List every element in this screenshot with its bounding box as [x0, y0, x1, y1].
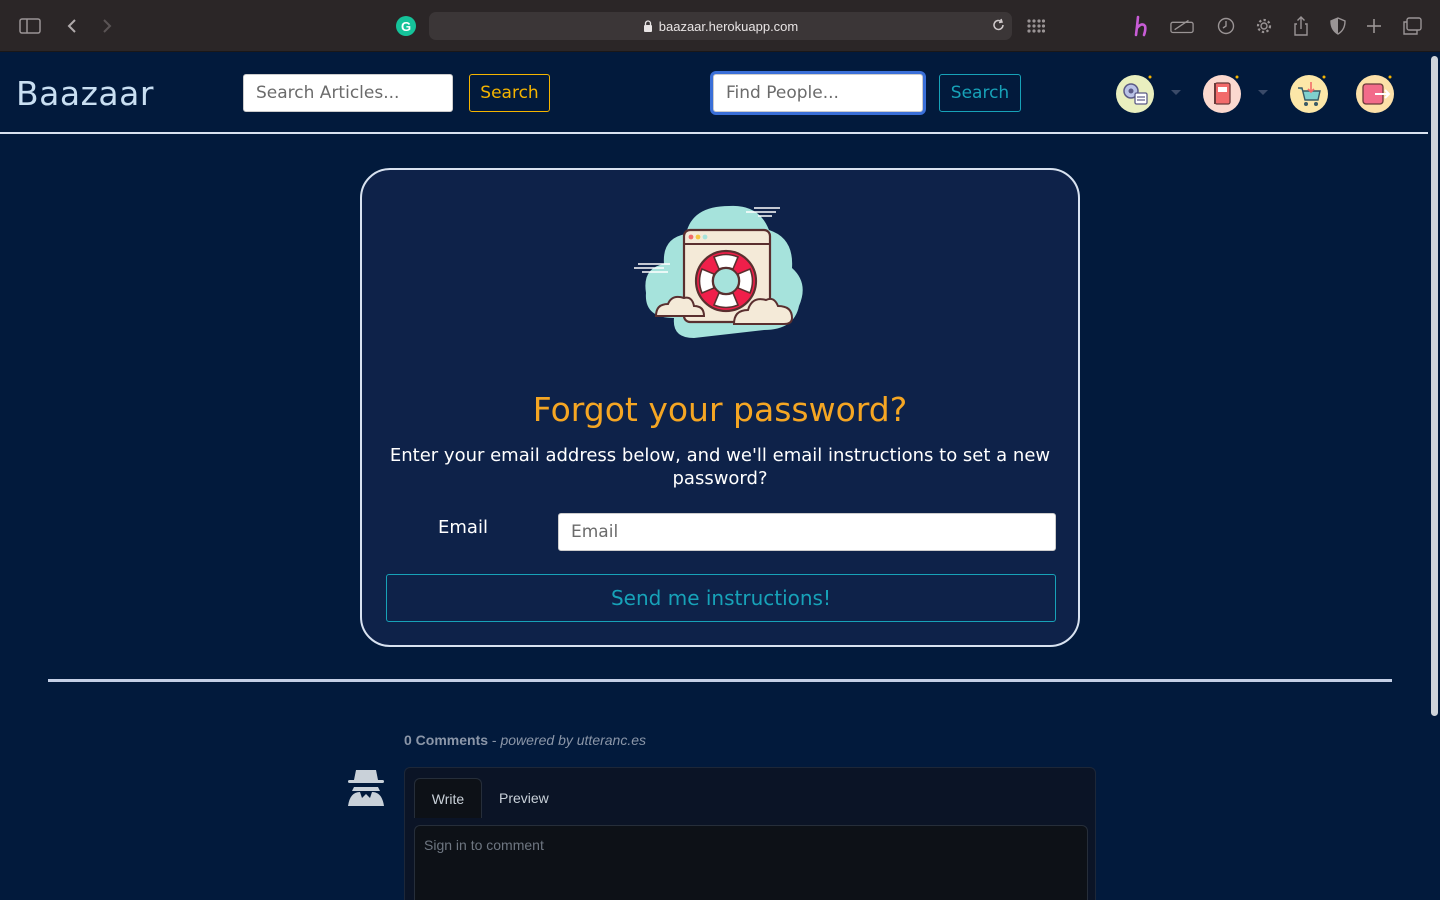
journal-dropdown-caret-icon[interactable] [1258, 90, 1268, 95]
email-field[interactable]: Email [558, 513, 1056, 551]
people-search-button[interactable]: Search [939, 74, 1021, 112]
reload-icon[interactable] [992, 17, 1006, 33]
browser-toolbar: G baazaar.herokuapp.com [0, 0, 1440, 52]
utterances-link[interactable]: powered by utteranc.es [500, 732, 646, 748]
section-divider [48, 679, 1392, 682]
anonymous-avatar-icon [348, 770, 384, 806]
privacy-shield-icon[interactable] [1326, 14, 1350, 38]
lock-icon [643, 20, 652, 32]
comments-separator: - [488, 732, 501, 748]
send-instructions-button[interactable]: Send me instructions! [386, 574, 1056, 622]
back-icon[interactable] [60, 14, 84, 38]
honey-extension-icon[interactable] [1131, 14, 1155, 38]
shopping-cart-icon[interactable] [1289, 74, 1329, 114]
lifebuoy-help-illustration [634, 205, 803, 338]
email-label: Email [438, 517, 488, 538]
settings-menu-icon[interactable] [1115, 74, 1155, 114]
article-search-button[interactable]: Search [469, 74, 550, 112]
settings-dropdown-caret-icon[interactable] [1171, 90, 1181, 95]
comment-textarea[interactable]: Sign in to comment [414, 825, 1088, 900]
site-navbar: Baazaar Search Articles... Search Find P… [0, 52, 1428, 134]
page-scrollbar-thumb[interactable] [1431, 56, 1438, 716]
url-text: baazaar.herokuapp.com [658, 18, 799, 34]
tab-overview-grid-icon[interactable] [1024, 14, 1048, 38]
history-clock-icon[interactable] [1214, 14, 1238, 38]
tab-preview[interactable]: Preview [499, 778, 549, 818]
comments-header: 0 Comments - powered by utteranc.es [404, 732, 646, 748]
site-brand-logo[interactable]: Baazaar [16, 74, 154, 113]
grammarly-extension-icon[interactable]: G [396, 16, 416, 36]
people-search-input[interactable]: Find People... [713, 74, 923, 112]
tabs-overview-icon[interactable] [1400, 14, 1424, 38]
address-bar[interactable]: baazaar.herokuapp.com [429, 12, 1012, 40]
instructions-text: Enter your email address below, and we'l… [389, 445, 1051, 489]
share-icon[interactable] [1289, 14, 1313, 38]
settings-gear-icon[interactable] [1252, 14, 1276, 38]
forward-icon[interactable] [95, 14, 119, 38]
reading-tool-icon[interactable] [1170, 14, 1194, 38]
page-title: Forgot your password? [532, 390, 908, 429]
logout-icon[interactable] [1355, 74, 1395, 114]
new-tab-plus-icon[interactable] [1362, 14, 1386, 38]
tab-write[interactable]: Write [414, 778, 482, 818]
article-search-input[interactable]: Search Articles... [243, 74, 453, 112]
journal-menu-icon[interactable] [1202, 74, 1242, 114]
forgot-password-card: Forgot your password? Enter your email a… [360, 168, 1080, 647]
comment-box: Write Preview Sign in to comment [404, 767, 1096, 900]
sidebar-toggle-icon[interactable] [18, 14, 42, 38]
comments-count: 0 Comments [404, 732, 489, 748]
